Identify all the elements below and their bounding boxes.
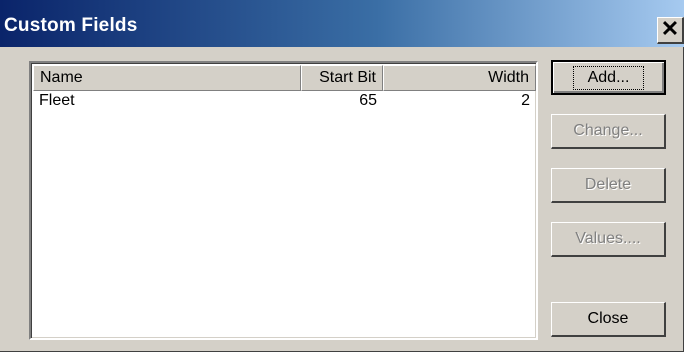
list-item-width: 2 (521, 92, 530, 109)
list-item-start-bit: 65 (359, 92, 377, 109)
column-header-name[interactable]: Name (33, 65, 301, 91)
close-button[interactable]: Close (551, 302, 666, 337)
change-button[interactable]: Change... (551, 114, 666, 149)
add-button[interactable]: Add... (551, 60, 666, 95)
close-icon[interactable]: ✕ (657, 17, 684, 44)
custom-fields-list[interactable]: Name Start Bit Width Fleet 65 2 (29, 61, 538, 340)
add-button-label: Add... (572, 66, 645, 90)
list-item-name: Fleet (39, 92, 75, 109)
column-header-width[interactable]: Width (383, 65, 536, 91)
window-title: Custom Fields (4, 15, 138, 36)
title-bar: Custom Fields ✕ (0, 0, 684, 47)
column-header-start-bit[interactable]: Start Bit (301, 65, 383, 91)
delete-button[interactable]: Delete (551, 168, 666, 203)
list-header: Name Start Bit Width (33, 65, 536, 91)
values-button[interactable]: Values.... (551, 222, 666, 257)
list-item[interactable]: Fleet 65 2 (33, 91, 536, 111)
custom-fields-dialog: Custom Fields ✕ Name Start Bit Width Fle… (0, 0, 684, 352)
